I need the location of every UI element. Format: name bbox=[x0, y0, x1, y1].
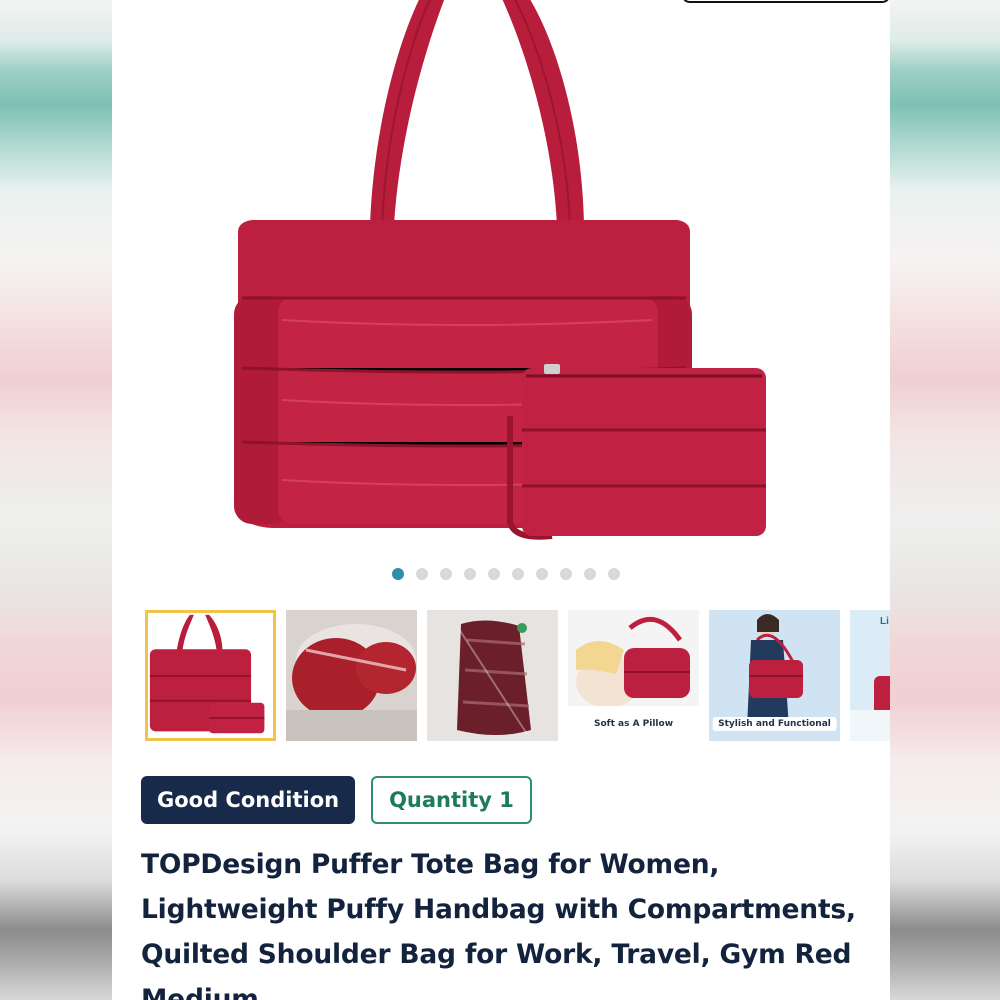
product-title: TOPDesign Puffer Tote Bag for Women, Lig… bbox=[141, 849, 856, 1000]
backdrop-left bbox=[0, 0, 112, 1000]
carousel-dot[interactable] bbox=[560, 568, 572, 580]
carousel-dots bbox=[112, 566, 890, 582]
carousel-dot[interactable] bbox=[512, 568, 524, 580]
thumbnail-3[interactable] bbox=[427, 610, 558, 741]
thumbnail-5[interactable]: Stylish and Functional bbox=[709, 610, 840, 741]
thumbnail-packaged-image bbox=[427, 610, 558, 741]
carousel-dot[interactable] bbox=[464, 568, 476, 580]
main-product-image[interactable] bbox=[112, 0, 890, 560]
carousel-dot[interactable] bbox=[392, 568, 404, 580]
listing-panel: Soft as A Pillow Stylish and Functional … bbox=[112, 0, 890, 1000]
thumbnail-6[interactable]: Li bbox=[850, 610, 890, 741]
backdrop-right bbox=[890, 0, 1000, 1000]
tote-bag-image bbox=[234, 0, 766, 540]
thumbnail-folded-bag-image bbox=[286, 610, 417, 741]
quantity-badge: Quantity 1 bbox=[371, 776, 532, 824]
listing-badges: Good Condition Quantity 1 bbox=[141, 776, 532, 824]
thumbnail-4[interactable]: Soft as A Pillow bbox=[568, 610, 699, 741]
thumbnail-2[interactable] bbox=[286, 610, 417, 741]
thumbnail-strip[interactable]: Soft as A Pillow Stylish and Functional … bbox=[145, 610, 890, 741]
thumbnail-caption-partial: Li bbox=[880, 616, 889, 627]
thumbnail-1[interactable] bbox=[145, 610, 276, 741]
carousel-dot[interactable] bbox=[584, 568, 596, 580]
condition-badge: Good Condition bbox=[141, 776, 356, 824]
thumbnail-caption-pillow: Soft as A Pillow bbox=[587, 717, 680, 731]
thumbnail-caption-model: Stylish and Functional bbox=[712, 717, 837, 731]
carousel-dot[interactable] bbox=[608, 568, 620, 580]
thumbnail-partial-image bbox=[850, 610, 890, 741]
carousel-dot[interactable] bbox=[440, 568, 452, 580]
carousel-dot[interactable] bbox=[536, 568, 548, 580]
thumbnail-bag-image bbox=[148, 613, 273, 738]
carousel-dot[interactable] bbox=[416, 568, 428, 580]
carousel-dot[interactable] bbox=[488, 568, 500, 580]
